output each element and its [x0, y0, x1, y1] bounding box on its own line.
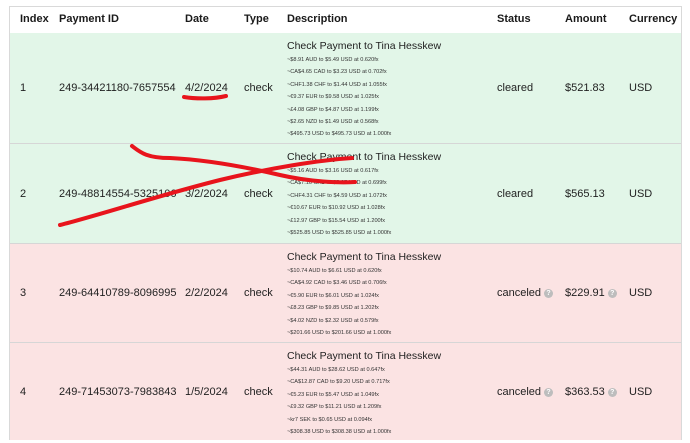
amount-group: $229.91?	[565, 287, 617, 299]
amount-group: $363.53?	[565, 386, 617, 398]
payment-type: check	[244, 82, 273, 94]
description-title: Check Payment to Tina Hesskew	[287, 40, 442, 52]
conversion-line: ~$4.02 NZD to $2.32 USD at 0.579fx	[287, 317, 379, 324]
row-index: 2	[20, 188, 27, 200]
conversion-line: ~CHF4.31 CHF to $4.59 USD at 1.072fx	[287, 192, 387, 199]
conversion-line: ~kr7 SEK to $0.65 USD at 0.094fx	[287, 416, 373, 423]
conversion-line: ~$308.38 USD to $308.38 USD at 1.000fx	[287, 428, 392, 435]
column-header-payment-id[interactable]: Payment ID	[59, 13, 119, 25]
payment-date: 3/2/2024	[185, 188, 228, 200]
help-icon[interactable]: ?	[544, 388, 554, 397]
conversion-line: ~£12.97 GBP to $15.54 USD at 1.200fx	[287, 217, 386, 224]
column-header-amount[interactable]: Amount	[565, 13, 607, 25]
conversion-line: ~CA$4.92 CAD to $3.46 USD at 0.706fx	[287, 280, 387, 287]
description-title: Check Payment to Tina Hesskew	[287, 251, 442, 263]
payment-currency: USD	[629, 386, 653, 398]
conversion-line: ~$44.31 AUD to $28.62 USD at 0.647fx	[287, 367, 385, 373]
payment-id: 249-34421180-7657554	[59, 82, 176, 94]
conversion-line: ~€5.90 EUR to $6.01 USD at 1.024fx	[287, 292, 379, 299]
row-index: 3	[20, 287, 27, 299]
conversion-line: ~$2.65 NZD to $1.49 USD at 0.568fx	[287, 118, 379, 125]
status-text: canceled	[497, 287, 542, 299]
table-row[interactable]: 2 249-48814554-5325106 3/2/2024 check Ch…	[10, 144, 681, 244]
column-header-index[interactable]: Index	[20, 13, 49, 25]
payment-type: check	[244, 188, 273, 200]
description-title: Check Payment to Tina Hesskew	[287, 350, 442, 362]
column-header-currency[interactable]: Currency	[629, 13, 677, 25]
status-badge: cleared	[497, 188, 533, 200]
row-index: 1	[20, 82, 27, 94]
conversion-line: ~$5.16 AUD to $3.16 USD at 0.617fx	[287, 168, 379, 174]
column-header-description[interactable]: Description	[287, 13, 348, 25]
payment-description: Check Payment to Tina Hesskew ~$5.16 AUD…	[287, 151, 441, 239]
payment-currency: USD	[629, 287, 653, 299]
column-header-type[interactable]: Type	[244, 13, 269, 25]
payment-date: 1/5/2024	[185, 386, 228, 398]
payment-type: check	[244, 287, 273, 299]
conversion-line: ~$201.66 USD to $201.66 USD at 1.000fx	[287, 329, 392, 336]
conversion-line: ~$525.85 USD to $525.85 USD at 1.000fx	[287, 229, 392, 236]
conversion-line: ~£4.08 GBP to $4.87 USD at 1.199fx	[287, 106, 379, 113]
description-title: Check Payment to Tina Hesskew	[287, 151, 442, 163]
status-badge: cleared	[497, 82, 533, 94]
payment-currency: USD	[629, 188, 653, 200]
status-badge: canceled?	[497, 287, 554, 299]
status-text: canceled	[497, 386, 542, 398]
help-icon[interactable]: ?	[607, 289, 617, 298]
help-icon[interactable]: ?	[607, 388, 617, 397]
payment-id: 249-64410789-8096995	[59, 287, 177, 299]
help-icon[interactable]: ?	[544, 289, 554, 298]
payment-amount: $229.91	[565, 287, 605, 299]
payment-amount: $521.83	[565, 82, 605, 94]
conversion-line: ~CA$12.87 CAD to $9.20 USD at 0.717fx	[287, 379, 390, 386]
payment-amount: $565.13	[565, 188, 605, 200]
payment-amount: $363.53	[565, 386, 605, 398]
column-header-date[interactable]: Date	[185, 13, 209, 25]
conversion-line: ~€9.37 EUR to $9.58 USD at 1.025fx	[287, 94, 379, 101]
conversion-line: ~CA$4.65 CAD to $3.23 USD at 0.702fx	[287, 69, 387, 76]
row-index: 4	[20, 386, 27, 398]
conversion-line: ~CA$7.10 CAD to $5.07 USD at 0.699fx	[287, 180, 387, 187]
payments-table: Index Payment ID Date Type Description S…	[9, 6, 682, 440]
column-header-status[interactable]: Status	[497, 13, 531, 25]
table-header: Index Payment ID Date Type Description S…	[10, 7, 681, 34]
status-text: cleared	[497, 82, 534, 94]
conversion-line: ~$10.74 AUD to $6.61 USD at 0.620fx	[287, 268, 382, 274]
conversion-line: ~CHF1.38 CHF to $1.44 USD at 1.055fx	[287, 81, 387, 88]
payment-type: check	[244, 386, 273, 398]
payment-id: 249-48814554-5325106	[59, 188, 177, 200]
conversion-line: ~£9.32 GBP to $11.21 USD at 1.209fx	[287, 404, 382, 411]
status-text: cleared	[497, 188, 534, 200]
conversion-line: ~€5.23 EUR to $5.47 USD at 1.049fx	[287, 391, 379, 398]
payment-id: 249-71453073-7983843	[59, 386, 177, 398]
table-row[interactable]: 4 249-71453073-7983843 1/5/2024 check Ch…	[10, 343, 681, 440]
payment-date: 4/2/2024	[185, 82, 228, 94]
conversion-line: ~€10.67 EUR to $10.92 USD at 1.028fx	[287, 205, 386, 212]
payment-description: Check Payment to Tina Hesskew ~$8.91 AUD…	[287, 40, 441, 141]
payment-description: Check Payment to Tina Hesskew ~$10.74 AU…	[287, 251, 441, 339]
payment-date: 2/2/2024	[185, 287, 228, 299]
conversion-line: ~$8.91 AUD to $5.49 USD at 0.620fx	[287, 57, 379, 63]
conversion-line: ~$495.73 USD to $495.73 USD at 1.000fx	[287, 131, 392, 138]
table-row[interactable]: 1 249-34421180-7657554 4/2/2024 check Ch…	[10, 33, 681, 144]
payment-description: Check Payment to Tina Hesskew ~$44.31 AU…	[287, 350, 441, 438]
conversion-line: ~£8.23 GBP to $9.85 USD at 1.202fx	[287, 305, 379, 312]
table-row[interactable]: 3 249-64410789-8096995 2/2/2024 check Ch…	[10, 244, 681, 343]
status-badge: canceled?	[497, 386, 554, 398]
payment-currency: USD	[629, 82, 653, 94]
